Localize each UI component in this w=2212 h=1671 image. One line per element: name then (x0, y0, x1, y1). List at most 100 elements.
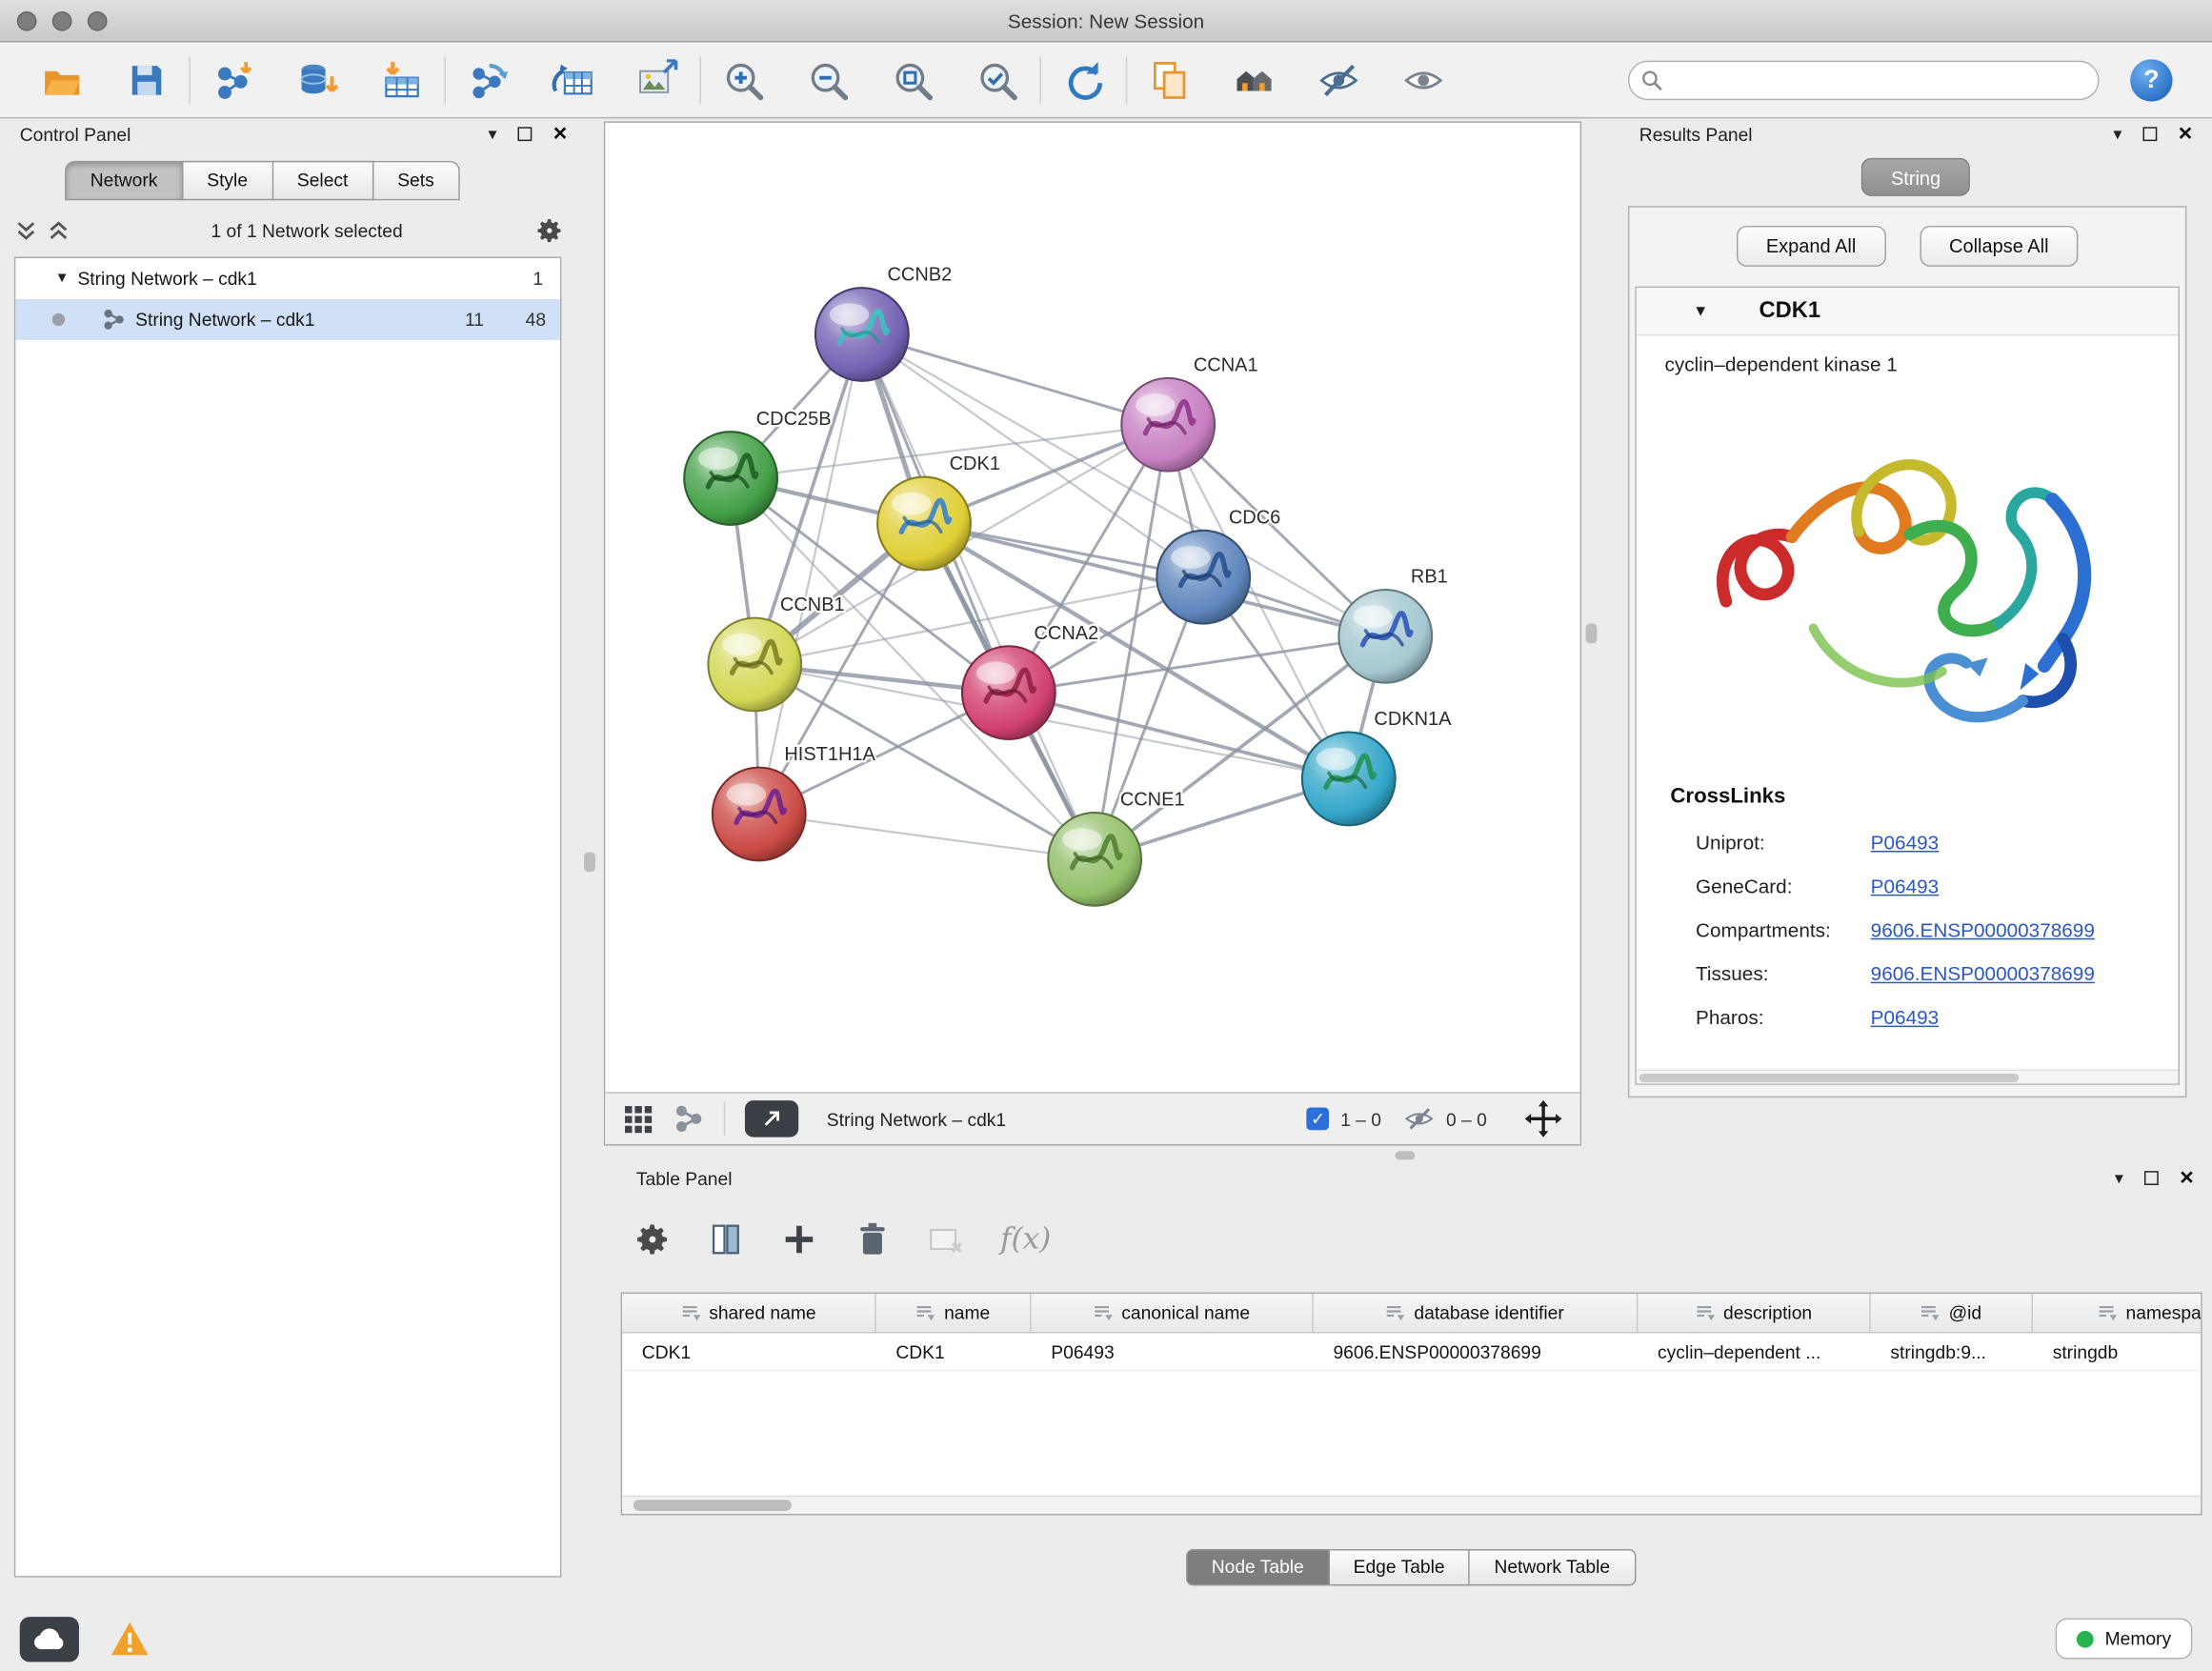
network-edge-CDK1-RB1[interactable] (924, 523, 1385, 635)
close-panel-icon[interactable]: × (2180, 1170, 2194, 1187)
zoom-window-button[interactable] (88, 11, 108, 31)
column-header-database-identifier[interactable]: database identifier (1314, 1294, 1639, 1332)
tab-sets[interactable]: Sets (373, 161, 459, 200)
table-cell-canonical-name[interactable]: P06493 (1032, 1333, 1314, 1370)
apply-layout-icon[interactable] (1062, 58, 1104, 100)
network-row-selected[interactable]: String Network – cdk1 11 48 (15, 299, 560, 340)
crosslink-link[interactable]: P06493 (1871, 831, 1939, 854)
network-node-CDC25B[interactable]: CDC25B (684, 409, 831, 525)
float-panel-icon[interactable] (2144, 1171, 2159, 1185)
network-edge-CCNB2-CCNE1[interactable] (862, 334, 1095, 859)
hide-selected-eye-icon[interactable] (1317, 58, 1359, 100)
column-header-id[interactable]: @id (1871, 1294, 2033, 1332)
zoom-selected-icon[interactable] (976, 58, 1018, 100)
tab-network-table[interactable]: Network Table (1470, 1549, 1635, 1586)
vertical-splitter-handle[interactable] (1586, 624, 1598, 644)
collapse-panel-icon[interactable]: ▾ (2113, 124, 2122, 144)
network-node-CCNB1[interactable]: CCNB1 (708, 594, 844, 711)
network-edge-RB1-CCNA2[interactable] (1009, 636, 1385, 693)
scrollbar-thumb[interactable] (1639, 1074, 2019, 1082)
hidden-eye-slash-icon[interactable] (1404, 1103, 1436, 1135)
table-cell-shared-name[interactable]: CDK1 (622, 1333, 876, 1370)
search-input[interactable] (1628, 60, 2100, 99)
column-header-canonical-name[interactable]: canonical name (1032, 1294, 1314, 1332)
birds-eye-view-icon[interactable] (622, 1103, 654, 1135)
network-edge-CCNB2-HIST1H1A[interactable] (759, 334, 862, 815)
tab-network[interactable]: Network (65, 161, 183, 200)
network-edge-CCNB2-CCNA1[interactable] (862, 334, 1168, 425)
disclosure-triangle-icon[interactable]: ▼ (55, 271, 78, 286)
crosslink-link[interactable]: P06493 (1871, 874, 1939, 896)
open-session-icon[interactable] (41, 58, 83, 100)
show-all-eye-icon[interactable] (1402, 58, 1444, 100)
table-cell-id[interactable]: stringdb:9... (1871, 1333, 2033, 1370)
table-cell-database-identifier[interactable]: 9606.ENSP00000378699 (1314, 1333, 1639, 1370)
zoom-in-icon[interactable] (722, 58, 764, 100)
gear-icon[interactable] (534, 215, 564, 245)
export-image-icon[interactable] (636, 58, 678, 100)
expand-all-networks-icon[interactable] (14, 218, 38, 242)
column-header-description[interactable]: description (1638, 1294, 1870, 1332)
vertical-splitter-handle[interactable] (584, 852, 595, 872)
disclosure-triangle-icon[interactable]: ▼ (1693, 303, 1708, 320)
warning-icon[interactable] (105, 1616, 155, 1661)
crosslink-link[interactable]: P06493 (1871, 1005, 1939, 1028)
network-canvas[interactable]: CCNB2CCNA1CDC25BCDK1CDC6RB1CCNB1CCNA2CDK… (605, 123, 1579, 1092)
open-external-button[interactable] (745, 1100, 798, 1137)
collapse-all-button[interactable]: Collapse All (1920, 226, 2079, 267)
network-node-CDKN1A[interactable]: CDKN1A (1302, 709, 1452, 825)
table-cell-namespace[interactable]: stringdb (2033, 1333, 2202, 1370)
scrollbar-thumb[interactable] (633, 1500, 792, 1511)
network-node-CCNB2[interactable]: CCNB2 (815, 265, 952, 381)
save-session-icon[interactable] (126, 58, 168, 100)
copy-document-icon[interactable] (1148, 58, 1190, 100)
network-node-RB1[interactable]: RB1 (1338, 567, 1447, 683)
collapse-panel-icon[interactable]: ▾ (488, 124, 496, 144)
horizontal-splitter-handle[interactable] (1396, 1151, 1416, 1159)
column-header-name[interactable]: name (876, 1294, 1032, 1332)
zoom-fit-icon[interactable] (892, 58, 934, 100)
close-panel-icon[interactable]: × (2179, 126, 2193, 143)
crosslink-link[interactable]: 9606.ENSP00000378699 (1871, 917, 2095, 940)
network-collection-row[interactable]: ▼ String Network – cdk1 1 (15, 258, 560, 299)
crosshair-move-icon[interactable] (1523, 1099, 1562, 1138)
help-icon[interactable]: ? (2130, 58, 2172, 100)
export-table-icon[interactable] (552, 58, 593, 100)
cloud-icon[interactable] (20, 1616, 79, 1661)
expand-all-button[interactable]: Expand All (1737, 226, 1886, 267)
collapse-panel-icon[interactable]: ▾ (2115, 1168, 2123, 1188)
network-node-HIST1H1A[interactable]: HIST1H1A (713, 744, 876, 860)
protein-section-header[interactable]: ▼ CDK1 (1637, 288, 2179, 335)
column-header-shared-name[interactable]: shared name (622, 1294, 876, 1332)
float-panel-icon[interactable] (2143, 127, 2158, 141)
zoom-out-icon[interactable] (807, 58, 849, 100)
collapse-all-networks-icon[interactable] (47, 218, 70, 242)
tab-edge-table[interactable]: Edge Table (1329, 1549, 1470, 1586)
close-panel-icon[interactable]: × (553, 126, 568, 143)
share-view-icon[interactable] (673, 1103, 704, 1135)
clone-network-icon[interactable] (467, 58, 509, 100)
network-edge-HIST1H1A-CCNE1[interactable] (759, 814, 1095, 858)
function-builder-icon[interactable]: f(x) (1000, 1221, 1051, 1256)
add-column-plus-icon[interactable] (780, 1219, 818, 1258)
tab-select[interactable]: Select (273, 161, 373, 200)
table-cell-description[interactable]: cyclin–dependent ... (1638, 1333, 1870, 1370)
string-home-icon[interactable] (1233, 58, 1275, 100)
delete-column-trash-icon[interactable] (854, 1219, 892, 1258)
memory-button[interactable]: Memory (2056, 1619, 2193, 1660)
table-settings-gear-icon[interactable] (633, 1219, 672, 1258)
minimize-window-button[interactable] (52, 11, 72, 31)
table-row[interactable]: CDK1CDK1P064939606.ENSP00000378699cyclin… (622, 1333, 2201, 1371)
tab-style[interactable]: Style (183, 161, 273, 200)
network-node-CDK1[interactable]: CDK1 (877, 453, 1000, 570)
tab-node-table[interactable]: Node Table (1186, 1549, 1329, 1586)
show-columns-icon[interactable] (707, 1219, 745, 1258)
import-table-icon[interactable] (381, 58, 423, 100)
network-node-CCNA1[interactable]: CCNA1 (1121, 354, 1257, 471)
crosslink-link[interactable]: 9606.ENSP00000378699 (1871, 961, 2095, 984)
column-header-namespace[interactable]: namespace (2033, 1294, 2202, 1332)
import-network-file-icon[interactable] (211, 58, 253, 100)
selected-nodes-checkbox[interactable]: ✓ (1307, 1108, 1330, 1131)
tab-string[interactable]: String (1861, 158, 1970, 196)
float-panel-icon[interactable] (518, 127, 533, 141)
